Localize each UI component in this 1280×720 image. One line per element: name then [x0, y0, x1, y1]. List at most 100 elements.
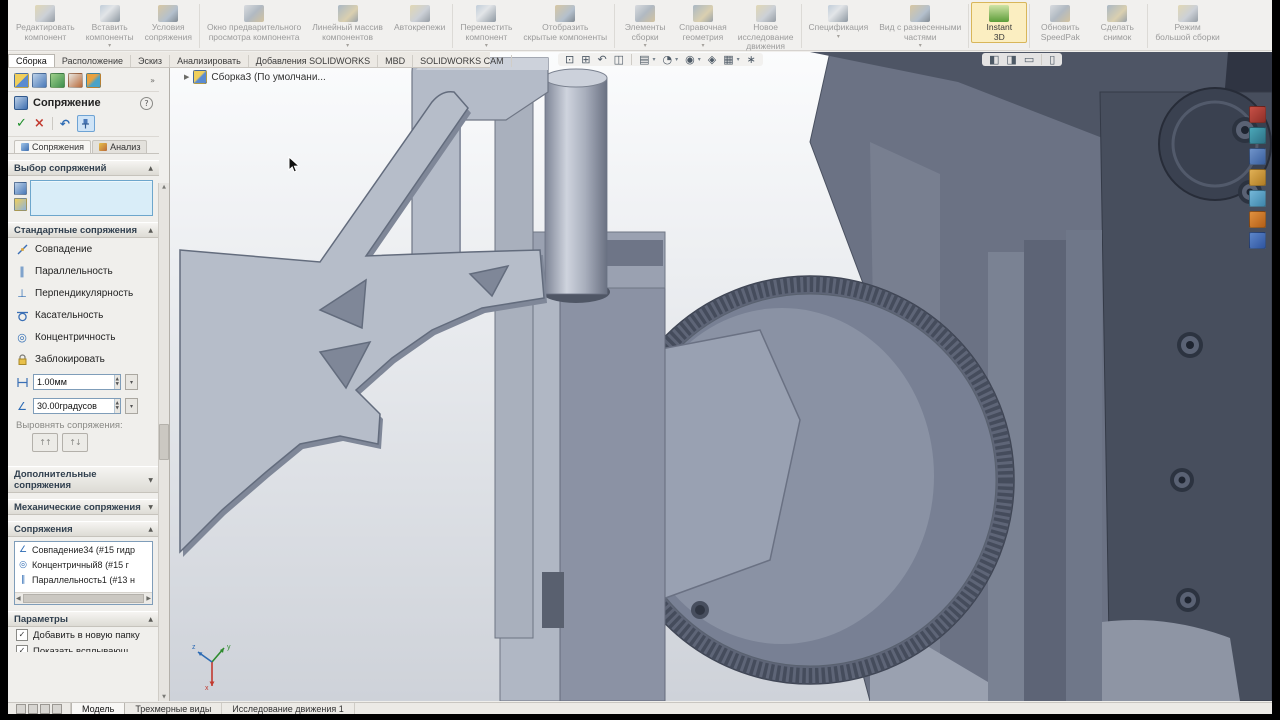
statusbar-icon-4[interactable]	[52, 704, 62, 714]
forum-icon[interactable]	[1249, 232, 1266, 249]
view-orientation-icon[interactable]: ▤	[639, 54, 649, 65]
previous-view-icon[interactable]: ↶	[597, 54, 606, 65]
option-add-to-new-folder[interactable]: ✓ Добавить в новую папку	[8, 627, 159, 643]
expand-icon[interactable]: ▼	[148, 477, 153, 484]
add-to-new-folder-checkbox[interactable]: ✓	[16, 629, 28, 641]
scroll-up-icon[interactable]: ▲	[162, 183, 166, 191]
ribbon-item-update-speedpak[interactable]: Обновить SpeedPak	[1032, 2, 1088, 43]
dropdown-arrow-icon[interactable]: ▾	[675, 56, 678, 63]
file-explorer-icon[interactable]	[1249, 148, 1266, 165]
zoom-to-area-icon[interactable]: ⊞	[581, 54, 590, 65]
tab-solidworks-cam[interactable]: SOLIDWORKS CAM	[413, 55, 512, 67]
scroll-right-icon[interactable]: ▶	[146, 595, 151, 602]
graphics-viewport[interactable]: ⊡ ⊞ ↶ ◫ ▤ ▾ ◔ ▾ ◉ ▾ ◈ ▦ ▾ ∗ ◧ ◨ ▭ ▯ ▶ Сб…	[170, 52, 1272, 701]
view-settings-icon[interactable]: ∗	[747, 54, 756, 65]
section-header-standard-mates[interactable]: Стандартные сопряжения ▲	[8, 222, 159, 238]
ok-button[interactable]: ✓	[16, 117, 27, 130]
section-header-mechanical-mates[interactable]: Механические сопряжения ▼	[8, 499, 159, 515]
mate-option-concentric[interactable]: ◎ Концентричность	[8, 326, 159, 348]
propertymanager-icon[interactable]	[32, 73, 47, 88]
mates-listbox[interactable]: ∠ Совпадение34 (#15 гидр ◎ Концентричный…	[14, 541, 153, 605]
fullscreen-icon[interactable]: ▯	[1049, 54, 1055, 65]
ribbon-item-take-snapshot[interactable]: Сделать снимок	[1089, 2, 1145, 43]
feature-tree-root[interactable]: ▶ Сборка3 (По умолчани...	[184, 70, 326, 84]
collapse-icon[interactable]: ▲	[148, 616, 153, 623]
ribbon-item-component-preview-window[interactable]: Окно предварительного просмотра компонен…	[202, 2, 306, 43]
zoom-fit-icon[interactable]: ⊡	[565, 54, 574, 65]
distance-spinner[interactable]: ▲ ▼	[113, 375, 120, 389]
dropdown-arrow-icon[interactable]: ▾	[737, 56, 740, 63]
ribbon-item-move-component[interactable]: Переместить компонент ▾	[455, 2, 517, 50]
statusbar-icon-2[interactable]	[28, 704, 38, 714]
tab-solidworks-addins[interactable]: Добавления SOLIDWORKS	[249, 55, 379, 67]
option-show-popup[interactable]: ✓ Показать всплывающ	[8, 643, 159, 652]
collapse-icon[interactable]: ▲	[148, 165, 153, 172]
hide-show-items-icon[interactable]: ◉	[685, 54, 695, 65]
tab-sketch[interactable]: Эскиз	[131, 55, 171, 67]
statusbar-icon-1[interactable]	[16, 704, 26, 714]
show-popup-checkbox[interactable]: ✓	[16, 645, 28, 652]
statusbar-icon-3[interactable]	[40, 704, 50, 714]
configurationmanager-icon[interactable]	[50, 73, 65, 88]
collapse-icon[interactable]: ▲	[148, 526, 153, 533]
ribbon-item-instant-3d[interactable]: Instant 3D	[971, 2, 1028, 44]
section-header-mate-selections[interactable]: Выбор сопряжений ▲	[8, 160, 159, 176]
mate-list-item[interactable]: ∠ Совпадение34 (#15 гидр	[15, 542, 152, 557]
subtab-analysis[interactable]: Анализ	[92, 140, 148, 153]
ribbon-item-edit-component[interactable]: Редактировать компонент	[11, 2, 80, 43]
mate-option-perpendicular[interactable]: ⊥ Перпендикулярность	[8, 282, 159, 304]
undo-button[interactable]: ↶	[60, 118, 70, 130]
mate-selections-box[interactable]	[30, 180, 153, 216]
tab-evaluate[interactable]: Анализировать	[170, 55, 249, 67]
mate-option-lock[interactable]: Заблокировать	[8, 348, 159, 370]
dropdown-arrow-icon[interactable]: ▾	[698, 56, 701, 63]
mate-option-coincident[interactable]: Совпадение	[8, 238, 159, 260]
angle-flip-button[interactable]: ▾	[125, 398, 138, 414]
ribbon-item-reference-geometry[interactable]: Справочная геометрия ▾	[674, 2, 732, 50]
keep-visible-pin-button[interactable]	[76, 115, 95, 132]
angle-input[interactable]: 30.00градусов ▲ ▼	[33, 398, 121, 414]
ribbon-item-insert-components[interactable]: Вставить компоненты ▾	[81, 2, 139, 50]
tree-expander-icon[interactable]: ▶	[184, 73, 189, 81]
mates-list-horizontal-scrollbar[interactable]: ◀ ▶	[15, 592, 152, 604]
aligned-button[interactable]: ↑↑	[32, 433, 58, 452]
viewport-layout-icon[interactable]: ▭	[1024, 54, 1034, 65]
ribbon-item-show-hidden-components[interactable]: Отобразить скрытые компоненты	[518, 2, 612, 43]
statusbar-tab-3d-views[interactable]: Трехмерные виды	[125, 703, 223, 714]
scrollbar-thumb[interactable]	[22, 594, 145, 603]
scrollbar-thumb[interactable]	[159, 424, 169, 460]
section-header-parameters[interactable]: Параметры ▲	[8, 611, 159, 627]
ribbon-item-smart-fasteners[interactable]: Автокрепежи	[389, 2, 450, 34]
apply-scene-icon[interactable]: ▦	[723, 54, 733, 65]
section-view-icon[interactable]: ◫	[614, 54, 624, 65]
mate-list-item[interactable]: ∥ Параллельность1 (#13 н	[15, 572, 152, 587]
custom-properties-icon[interactable]	[1249, 211, 1266, 228]
ribbon-item-bill-of-materials[interactable]: Спецификация ▾	[804, 2, 874, 41]
subtab-mates[interactable]: Сопряжения	[14, 140, 92, 153]
help-icon[interactable]: ?	[140, 96, 153, 110]
manager-tabs-overflow-icon[interactable]: »	[150, 76, 155, 85]
anti-aligned-button[interactable]: ↑↓	[62, 433, 88, 452]
design-library-icon[interactable]	[1249, 127, 1266, 144]
edit-appearance-icon[interactable]: ◈	[708, 54, 716, 65]
mate-option-tangent[interactable]: Касательность	[8, 304, 159, 326]
ribbon-item-mate[interactable]: Условия сопряжения	[140, 2, 197, 43]
scroll-left-icon[interactable]: ◀	[16, 595, 21, 602]
pane-right-icon[interactable]: ◨	[1006, 54, 1016, 65]
distance-input[interactable]: 1.00мм ▲ ▼	[33, 374, 121, 390]
displaymanager-icon[interactable]	[86, 73, 101, 88]
featuremanager-tree-icon[interactable]	[14, 73, 29, 88]
panel-scrollbar[interactable]: ▲ ▼	[158, 183, 169, 701]
ribbon-item-large-assembly-mode[interactable]: Режим большой сборки	[1150, 2, 1225, 43]
tab-mbd[interactable]: MBD	[378, 55, 414, 67]
angle-spinner[interactable]: ▲ ▼	[113, 399, 120, 413]
pane-left-icon[interactable]: ◧	[989, 54, 999, 65]
tab-layout[interactable]: Расположение	[55, 55, 131, 67]
appearances-icon[interactable]	[1249, 190, 1266, 207]
display-style-icon[interactable]: ◔	[662, 54, 672, 65]
view-palette-icon[interactable]	[1249, 169, 1266, 186]
ribbon-item-new-motion-study[interactable]: Новое исследование движения	[733, 2, 799, 53]
tab-assembly[interactable]: Сборка	[8, 54, 55, 67]
scroll-down-icon[interactable]: ▼	[162, 693, 166, 701]
dimxpertmanager-icon[interactable]	[68, 73, 83, 88]
